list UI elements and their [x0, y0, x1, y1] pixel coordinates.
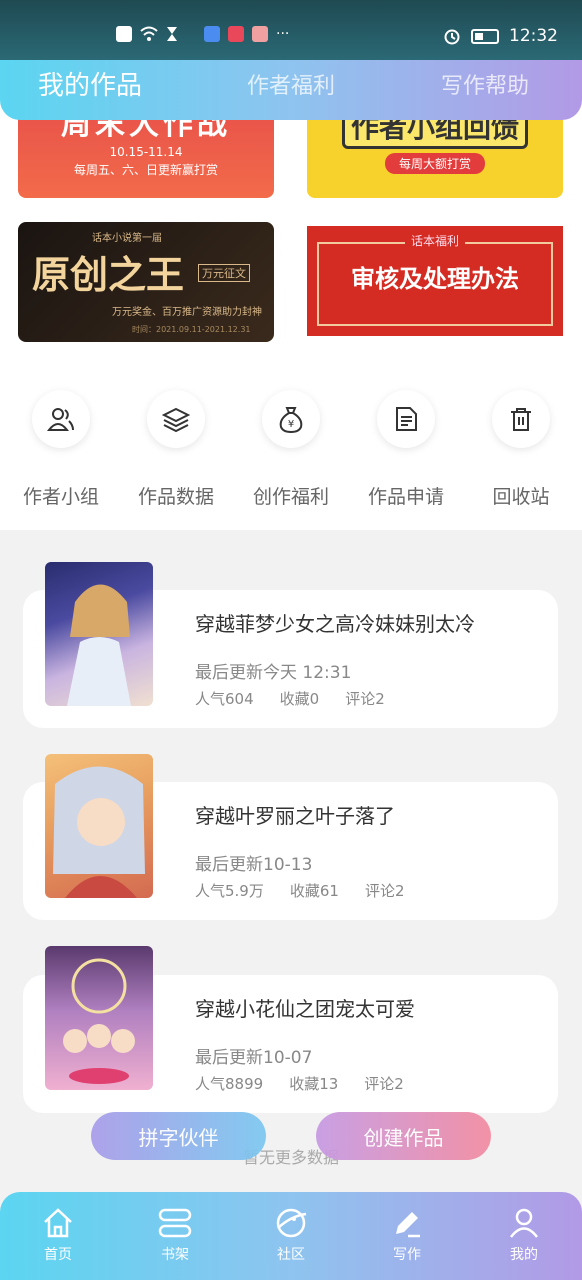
nav-label: 首页 — [44, 1247, 72, 1263]
feature-creation-benefits[interactable]: ¥ 创作福利 — [236, 390, 346, 509]
pen-icon — [396, 1212, 420, 1238]
feature-label: 作品申请 — [367, 486, 444, 508]
nav-mine[interactable]: 我的 — [484, 1206, 564, 1264]
nav-label: 写作 — [393, 1247, 421, 1263]
feature-icon-circle — [492, 390, 550, 448]
tab-author-benefits[interactable]: 作者福利 — [247, 68, 335, 100]
home-icon — [44, 1208, 72, 1238]
banner-dates: 10.15-11.14 — [109, 144, 183, 159]
money-bag-icon: ¥ — [279, 407, 303, 434]
people-icon — [47, 408, 74, 431]
feature-icon-circle: ¥ — [262, 390, 320, 448]
bottom-nav: 首页 书架 社区 写作 我的 — [0, 1192, 582, 1280]
work-comments: 评论2 — [345, 690, 385, 708]
banner-original-king[interactable]: 话本小说第一届 原创之王 万元征文 万元奖金、百万推广资源助力封神 时间：202… — [18, 222, 274, 342]
nav-bookshelf[interactable]: 书架 — [135, 1206, 215, 1264]
feature-recycle-bin[interactable]: 回收站 — [466, 390, 576, 509]
nav-label: 书架 — [161, 1247, 189, 1263]
work-popularity: 人气8899 — [195, 1075, 264, 1093]
more-notifications: ··· — [276, 26, 290, 42]
work-favorites: 收藏13 — [289, 1075, 339, 1093]
banner-subtitle: 万元奖金、百万推广资源助力封神 — [112, 307, 262, 318]
work-favorites: 收藏0 — [279, 690, 320, 708]
banner-title: 审核及处理办法 — [351, 265, 519, 293]
status-icons-left: ··· — [116, 26, 289, 42]
banner-subtitle: 每周五、六、日更新赢打赏 — [73, 162, 218, 177]
nav-write[interactable]: 写作 — [367, 1206, 447, 1264]
work-favorites: 收藏61 — [289, 882, 339, 900]
nav-community[interactable]: 社区 — [251, 1206, 331, 1264]
work-comments: 评论2 — [364, 1075, 404, 1093]
feature-icon-circle — [32, 390, 90, 448]
banner-subtitle: 每周大额打赏 — [384, 152, 485, 174]
wifi-icon — [140, 26, 158, 41]
feature-work-application[interactable]: 作品申请 — [351, 390, 461, 509]
work-popularity: 人气5.9万 — [195, 882, 264, 900]
work-comments: 评论2 — [364, 882, 405, 900]
hourglass-icon — [167, 27, 177, 41]
work-stats: 人气604 收藏0 评论2 — [195, 688, 385, 709]
banner-review-rules[interactable]: 话本福利 审核及处理办法 — [307, 226, 563, 336]
work-popularity: 人气604 — [195, 690, 254, 708]
work-cover-image[interactable] — [45, 946, 153, 1090]
bookshelf-icon — [158, 1208, 192, 1238]
no-more-data: 暂无更多数据 — [242, 1148, 339, 1167]
alert-icon — [116, 26, 132, 42]
layers-icon — [162, 407, 190, 433]
feature-label: 作者小组 — [22, 486, 99, 508]
feature-label: 回收站 — [492, 486, 550, 508]
banner-top-text: 话本小说第一届 — [92, 233, 162, 244]
battery-icon — [471, 28, 499, 44]
create-work-button[interactable]: 创建作品 — [316, 1112, 491, 1160]
nav-label: 社区 — [277, 1247, 305, 1263]
alarm-icon — [444, 29, 460, 45]
planet-icon — [276, 1208, 307, 1238]
puzzle-app-icon — [204, 26, 220, 42]
work-last-update: 最后更新10-13 — [195, 855, 313, 875]
work-last-update: 最后更新今天 12:31 — [195, 663, 352, 683]
cover-illustration — [67, 584, 131, 706]
work-title: 穿越菲梦少女之高冷妹妹别太冷 — [195, 612, 475, 636]
status-bar: ··· 12:32 — [0, 0, 582, 68]
banner-top-text: 话本福利 — [404, 232, 465, 249]
document-icon — [396, 407, 417, 431]
nav-home[interactable]: 首页 — [18, 1206, 98, 1264]
work-last-update: 最后更新10-07 — [195, 1048, 313, 1068]
work-stats: 人气5.9万 收藏61 评论2 — [195, 880, 405, 901]
work-title: 穿越叶罗丽之叶子落了 — [195, 804, 395, 828]
user-icon — [510, 1208, 538, 1238]
feature-label: 创作福利 — [252, 486, 329, 508]
work-cover-image[interactable] — [45, 562, 153, 706]
work-cover-image[interactable] — [45, 754, 153, 898]
red-app-icon — [228, 26, 244, 42]
cover-illustration — [63, 958, 135, 1084]
feature-icon-circle — [147, 390, 205, 448]
tab-my-works[interactable]: 我的作品 — [38, 65, 142, 102]
nav-label: 我的 — [510, 1247, 538, 1263]
clock: 12:32 — [509, 26, 558, 46]
work-title: 穿越小花仙之团宠太可爱 — [195, 997, 415, 1021]
partner-button[interactable]: 拼字伙伴 — [91, 1112, 266, 1160]
trash-icon — [511, 408, 531, 431]
banner-title: 原创之王 — [32, 252, 185, 297]
banner-date: 时间：2021.09.11-2021.12.31 — [132, 325, 251, 334]
feature-icon-circle — [377, 390, 435, 448]
feature-author-group[interactable]: 作者小组 — [6, 390, 116, 509]
svg-text:¥: ¥ — [288, 419, 294, 430]
banner-tag: 万元征文 — [198, 264, 250, 282]
status-icons-right: 12:32 — [443, 26, 558, 46]
work-stats: 人气8899 收藏13 评论2 — [195, 1073, 404, 1094]
cover-illustration — [53, 766, 145, 898]
top-tab-bar: 我的作品 作者福利 写作帮助 — [0, 60, 582, 120]
feature-work-data[interactable]: 作品数据 — [121, 390, 231, 509]
feature-label: 作品数据 — [137, 486, 214, 508]
tab-writing-help[interactable]: 写作帮助 — [441, 68, 529, 100]
book-app-icon — [252, 26, 268, 42]
